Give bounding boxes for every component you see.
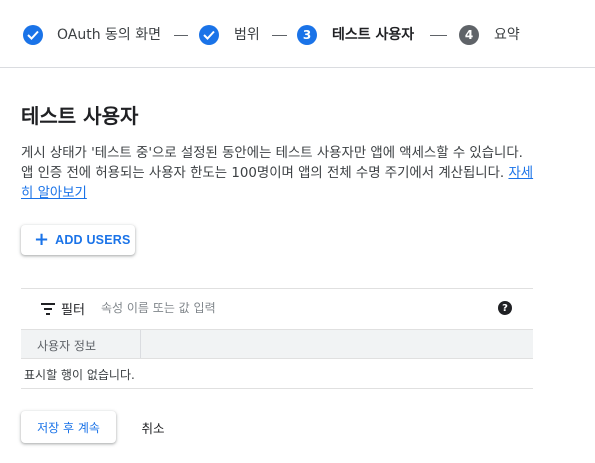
test-users-table: 필터 ? 사용자 정보 표시할 행이 없습니다. bbox=[21, 288, 533, 389]
step-1-check-icon bbox=[23, 25, 43, 45]
filter-input[interactable] bbox=[101, 298, 461, 318]
page-description: 게시 상태가 '테스트 중'으로 설정된 동안에는 테스트 사용자만 앱에 액세… bbox=[21, 144, 536, 204]
step-1-label[interactable]: OAuth 동의 화면 bbox=[57, 25, 161, 45]
step-separator bbox=[430, 35, 447, 36]
add-users-label: ADD USERS bbox=[55, 233, 131, 247]
description-text: 게시 상태가 '테스트 중'으로 설정된 동안에는 테스트 사용자만 앱에 액세… bbox=[21, 146, 523, 181]
save-button-label: 저장 후 계속 bbox=[37, 420, 100, 435]
page-title: 테스트 사용자 bbox=[21, 104, 139, 128]
step-3-label: 테스트 사용자 bbox=[332, 27, 415, 43]
filter-label: 필터 bbox=[61, 303, 85, 318]
step-2-label[interactable]: 범위 bbox=[234, 25, 260, 45]
stepper: OAuth 동의 화면 범위 3 테스트 사용자 4 요약 bbox=[0, 0, 595, 68]
step-separator bbox=[174, 35, 188, 36]
step-4-number-badge: 4 bbox=[459, 25, 479, 45]
filter-bar: 필터 ? bbox=[21, 289, 533, 329]
save-and-continue-button[interactable]: 저장 후 계속 bbox=[21, 411, 116, 443]
step-2-check-icon bbox=[199, 25, 219, 45]
help-icon[interactable]: ? bbox=[498, 301, 512, 315]
filter-icon bbox=[41, 303, 55, 315]
step-3-number-badge: 3 bbox=[297, 25, 317, 45]
column-header-user-info[interactable]: 사용자 정보 bbox=[37, 337, 96, 354]
empty-message: 표시할 행이 없습니다. bbox=[24, 368, 135, 382]
table-header-row: 사용자 정보 bbox=[21, 329, 533, 359]
column-divider bbox=[140, 330, 141, 358]
add-users-button[interactable]: + ADD USERS bbox=[21, 225, 135, 255]
empty-table-row: 표시할 행이 없습니다. bbox=[21, 359, 533, 389]
plus-icon: + bbox=[34, 229, 50, 250]
step-4-label: 요약 bbox=[494, 27, 520, 43]
cancel-button[interactable]: 취소 bbox=[128, 411, 178, 443]
cancel-button-label: 취소 bbox=[141, 420, 165, 436]
step-separator bbox=[272, 35, 287, 36]
